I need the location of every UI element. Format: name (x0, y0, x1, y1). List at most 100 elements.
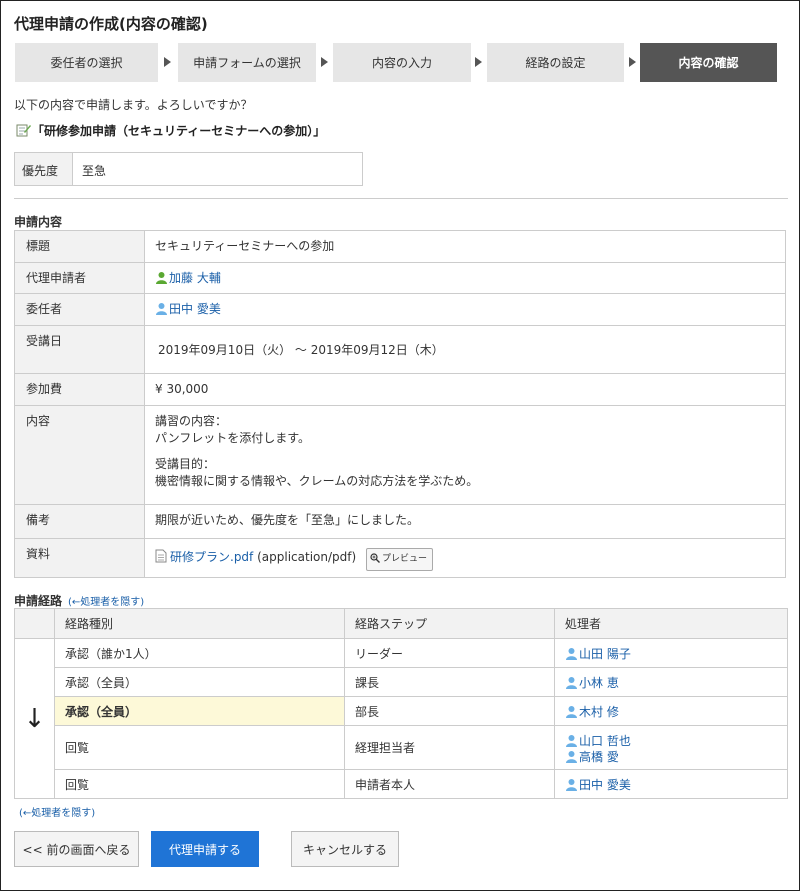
user-icon (566, 734, 577, 747)
handler-link[interactable]: 木村 修 (579, 705, 619, 719)
detail-row-date: 受講日 2019年09月10日（火） 〜 2019年09月12日（木） (14, 325, 786, 374)
magnifier-icon (370, 553, 380, 563)
handler-link[interactable]: 田中 愛美 (579, 778, 631, 792)
route-header-type: 経路種別 (54, 608, 345, 639)
route-type: 回覧 (54, 769, 345, 799)
page-title: 代理申請の作成(内容の確認) (14, 15, 208, 33)
route-step: リーダー (344, 638, 555, 668)
route-type: 承認（全員） (54, 696, 345, 726)
handler-link[interactable]: 高橋 愛 (579, 750, 619, 764)
detail-row-content: 内容 講習の内容： パンフレットを添付します。 受講目的： 機密情報に関する情報… (14, 405, 786, 505)
step-select-delegator: 委任者の選択 (15, 43, 158, 82)
route-row: 回覧 申請者本人 田中 愛美 (15, 769, 788, 799)
step-route-setting: 経路の設定 (487, 43, 624, 82)
route-step: 経理担当者 (344, 725, 555, 770)
proxy-user-link[interactable]: 加藤 大輔 (169, 271, 221, 285)
detail-row-note: 備考 期限が近いため、優先度を「至急」にしました。 (14, 504, 786, 539)
priority-box: 優先度 至急 (14, 152, 363, 186)
detail-value: ¥ 30,000 (144, 373, 786, 406)
detail-value: 講習の内容： パンフレットを添付します。 受講目的： 機密情報に関する情報や、ク… (144, 405, 786, 505)
user-icon (566, 705, 577, 718)
route-step: 申請者本人 (344, 769, 555, 799)
route-handler: 山田 陽子 (554, 638, 788, 668)
form-name: 「研修参加申請（セキュリティーセミナーへの参加）」 (16, 122, 325, 139)
detail-row-proxy: 代理申請者 加藤 大輔 (14, 262, 786, 294)
detail-label: 資料 (14, 538, 145, 578)
handler-link[interactable]: 山口 哲也 (579, 734, 631, 748)
detail-value: 期限が近いため、優先度を「至急」にしました。 (144, 504, 786, 539)
route-header-row: 経路種別 経路ステップ 処理者 (14, 608, 788, 639)
route-arrow-icon: ↓ (14, 638, 55, 799)
route-handler: 田中 愛美 (554, 769, 788, 799)
user-green-icon (156, 272, 167, 284)
preview-label: プレビュー (382, 554, 428, 564)
content-line (155, 447, 785, 456)
route-handler: 小林 恵 (554, 667, 788, 697)
detail-section-title: 申請内容 (14, 215, 63, 229)
preview-button[interactable]: プレビュー (366, 548, 434, 571)
step-input-content: 内容の入力 (333, 43, 471, 82)
detail-value: 2019年09月10日（火） 〜 2019年09月12日（木） (144, 325, 786, 374)
route-section-title: 申請経路 (←処理者を隠す) (14, 592, 144, 609)
detail-value: 田中 愛美 (144, 293, 786, 326)
step-arrow-icon (629, 57, 636, 67)
user-icon (566, 778, 577, 791)
route-step: 課長 (344, 667, 555, 697)
content-line: パンフレットを添付します。 (155, 431, 311, 445)
form-edit-icon (16, 124, 31, 136)
attachment-link[interactable]: 研修プラン.pdf (170, 550, 253, 564)
route-header-blank (14, 608, 55, 639)
user-icon (566, 676, 577, 689)
priority-label: 優先度 (15, 153, 73, 185)
route-type: 承認（誰か1人） (54, 638, 345, 668)
cancel-button[interactable]: キャンセルする (291, 831, 399, 867)
route-handler: 木村 修 (554, 696, 788, 726)
handler-link[interactable]: 山田 陽子 (579, 647, 631, 661)
user-icon (156, 303, 167, 315)
detail-value: 研修プラン.pdf (application/pdf) プレビュー (144, 538, 786, 578)
page-frame: 代理申請の作成(内容の確認) 委任者の選択 申請フォームの選択 内容の入力 経路… (0, 0, 800, 891)
detail-label: 受講日 (14, 325, 145, 374)
attachment-mime: (application/pdf) (257, 550, 357, 564)
submit-proxy-button[interactable]: 代理申請する (151, 831, 259, 867)
route-type: 承認（全員） (54, 667, 345, 697)
user-icon (566, 750, 577, 763)
delegator-user-link[interactable]: 田中 愛美 (169, 302, 221, 316)
confirm-message: 以下の内容で申請します。よろしいですか？ (14, 98, 253, 112)
hide-handlers-link-top[interactable]: (←処理者を隠す) (68, 597, 144, 608)
route-row: 回覧 経理担当者 山口 哲也 高橋 愛 (15, 725, 788, 770)
detail-row-delegator: 委任者 田中 愛美 (14, 293, 786, 326)
content-line: 機密情報に関する情報や、クレームの対応方法を学ぶため。 (155, 474, 479, 488)
route-step: 部長 (344, 696, 555, 726)
content-line: 講習の内容： (155, 414, 228, 428)
content-line: 受講目的： (155, 457, 216, 471)
priority-value: 至急 (82, 164, 107, 178)
route-row-current: 承認（全員） 部長 木村 修 (15, 696, 788, 726)
route-table: 経路種別 経路ステップ 処理者 ↓ 承認（誰か1人） リーダー 山田 陽子 承認… (14, 608, 788, 799)
detail-row-fee: 参加費 ¥ 30,000 (14, 373, 786, 406)
user-icon (566, 647, 577, 660)
route-handler: 山口 哲也 高橋 愛 (554, 725, 788, 770)
detail-row-subject: 標題 セキュリティーセミナーへの参加 (14, 230, 786, 263)
hide-handlers-link-bottom[interactable]: (←処理者を隠す) (19, 804, 95, 819)
divider (14, 198, 788, 199)
route-header-step: 経路ステップ (344, 608, 555, 639)
handler-link[interactable]: 小林 恵 (579, 676, 619, 690)
detail-table: 標題 セキュリティーセミナーへの参加 代理申請者 加藤 大輔 委任者 田中 愛美 (14, 230, 786, 578)
step-arrow-icon (164, 57, 171, 67)
back-button[interactable]: << 前の画面へ戻る (14, 831, 139, 867)
detail-value: セキュリティーセミナーへの参加 (144, 230, 786, 263)
detail-row-file: 資料 研修プラン.pdf (application/pdf) プレビュー (14, 538, 786, 578)
detail-label: 代理申請者 (14, 262, 145, 294)
detail-label: 備考 (14, 504, 145, 539)
detail-label: 委任者 (14, 293, 145, 326)
step-confirm-content: 内容の確認 (640, 43, 777, 82)
detail-value: 加藤 大輔 (144, 262, 786, 294)
detail-label: 標題 (14, 230, 145, 263)
document-icon (155, 549, 167, 563)
step-arrow-icon (321, 57, 328, 67)
detail-label: 参加費 (14, 373, 145, 406)
form-name-text: 「研修参加申請（セキュリティーセミナーへの参加）」 (32, 124, 326, 138)
route-title-text: 申請経路 (14, 594, 63, 608)
route-row: ↓ 承認（誰か1人） リーダー 山田 陽子 (14, 638, 788, 799)
